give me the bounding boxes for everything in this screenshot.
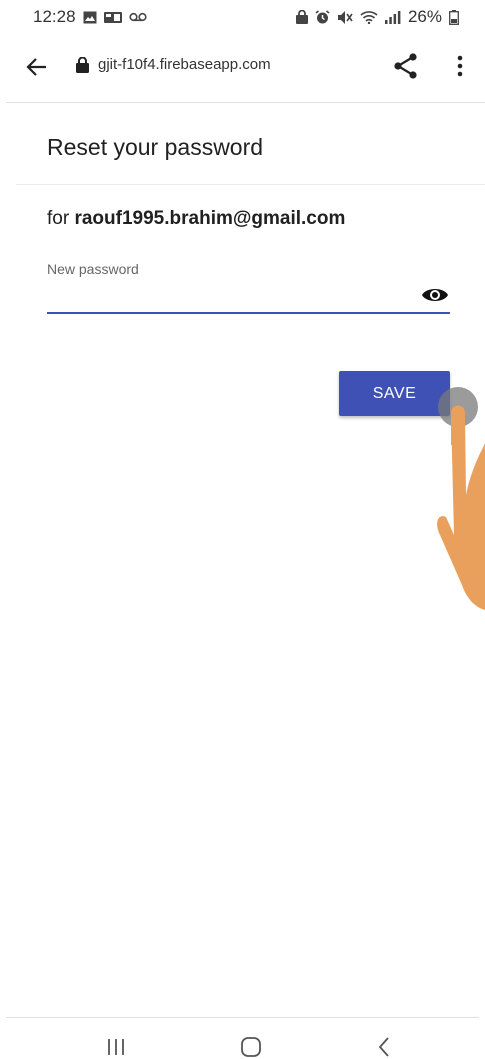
eye-icon <box>422 289 448 301</box>
status-bar: 12:28 26% <box>0 0 485 34</box>
nav-divider <box>6 1017 479 1018</box>
account-email: raouf1995.brahim@gmail.com <box>74 208 346 229</box>
status-time: 12:28 <box>33 7 76 26</box>
voicemail-icon <box>128 12 147 22</box>
mute-icon <box>337 10 353 25</box>
toolbar-divider <box>6 102 485 103</box>
input-underline <box>47 312 450 314</box>
status-left: 12:28 <box>33 7 147 27</box>
lock-icon <box>76 56 89 73</box>
alarm-icon <box>315 9 330 25</box>
address-bar[interactable]: gjit-f10f4.firebaseapp.com <box>76 56 271 73</box>
more-vert-icon <box>457 55 463 77</box>
more-menu-button[interactable] <box>450 52 470 80</box>
sim-icon <box>103 11 122 24</box>
home-icon <box>241 1037 261 1057</box>
new-password-label: New password <box>47 261 139 277</box>
account-line: for raouf1995.brahim@gmail.com <box>47 208 345 230</box>
back-button[interactable] <box>376 1035 392 1059</box>
new-password-input[interactable] <box>47 282 417 310</box>
signal-icon <box>384 10 401 24</box>
recent-apps-icon <box>108 1039 124 1055</box>
browser-toolbar: gjit-f10f4.firebaseapp.com <box>0 38 485 102</box>
browser-back-button[interactable] <box>24 54 50 80</box>
page-title: Reset your password <box>47 134 264 160</box>
battery-percent: 26% <box>407 7 442 26</box>
gallery-icon <box>83 11 97 24</box>
arrow-left-icon <box>26 58 46 76</box>
touch-hand-icon <box>437 387 485 610</box>
share-button[interactable] <box>392 52 420 80</box>
status-right: 26% <box>295 7 459 27</box>
share-icon <box>394 53 417 79</box>
wifi-icon <box>360 10 378 24</box>
for-prefix: for <box>47 208 70 229</box>
url-text: gjit-f10f4.firebaseapp.com <box>98 56 271 73</box>
home-button[interactable] <box>240 1036 262 1058</box>
lock-icon <box>295 10 308 24</box>
battery-icon <box>449 9 459 25</box>
recent-apps-button[interactable] <box>105 1037 127 1057</box>
back-chevron-icon <box>378 1037 389 1057</box>
screen: 12:28 26% gjit-f10f4.firebaseapp.com Res… <box>0 0 485 1059</box>
title-divider <box>16 184 485 185</box>
toggle-visibility-button[interactable] <box>421 284 449 306</box>
